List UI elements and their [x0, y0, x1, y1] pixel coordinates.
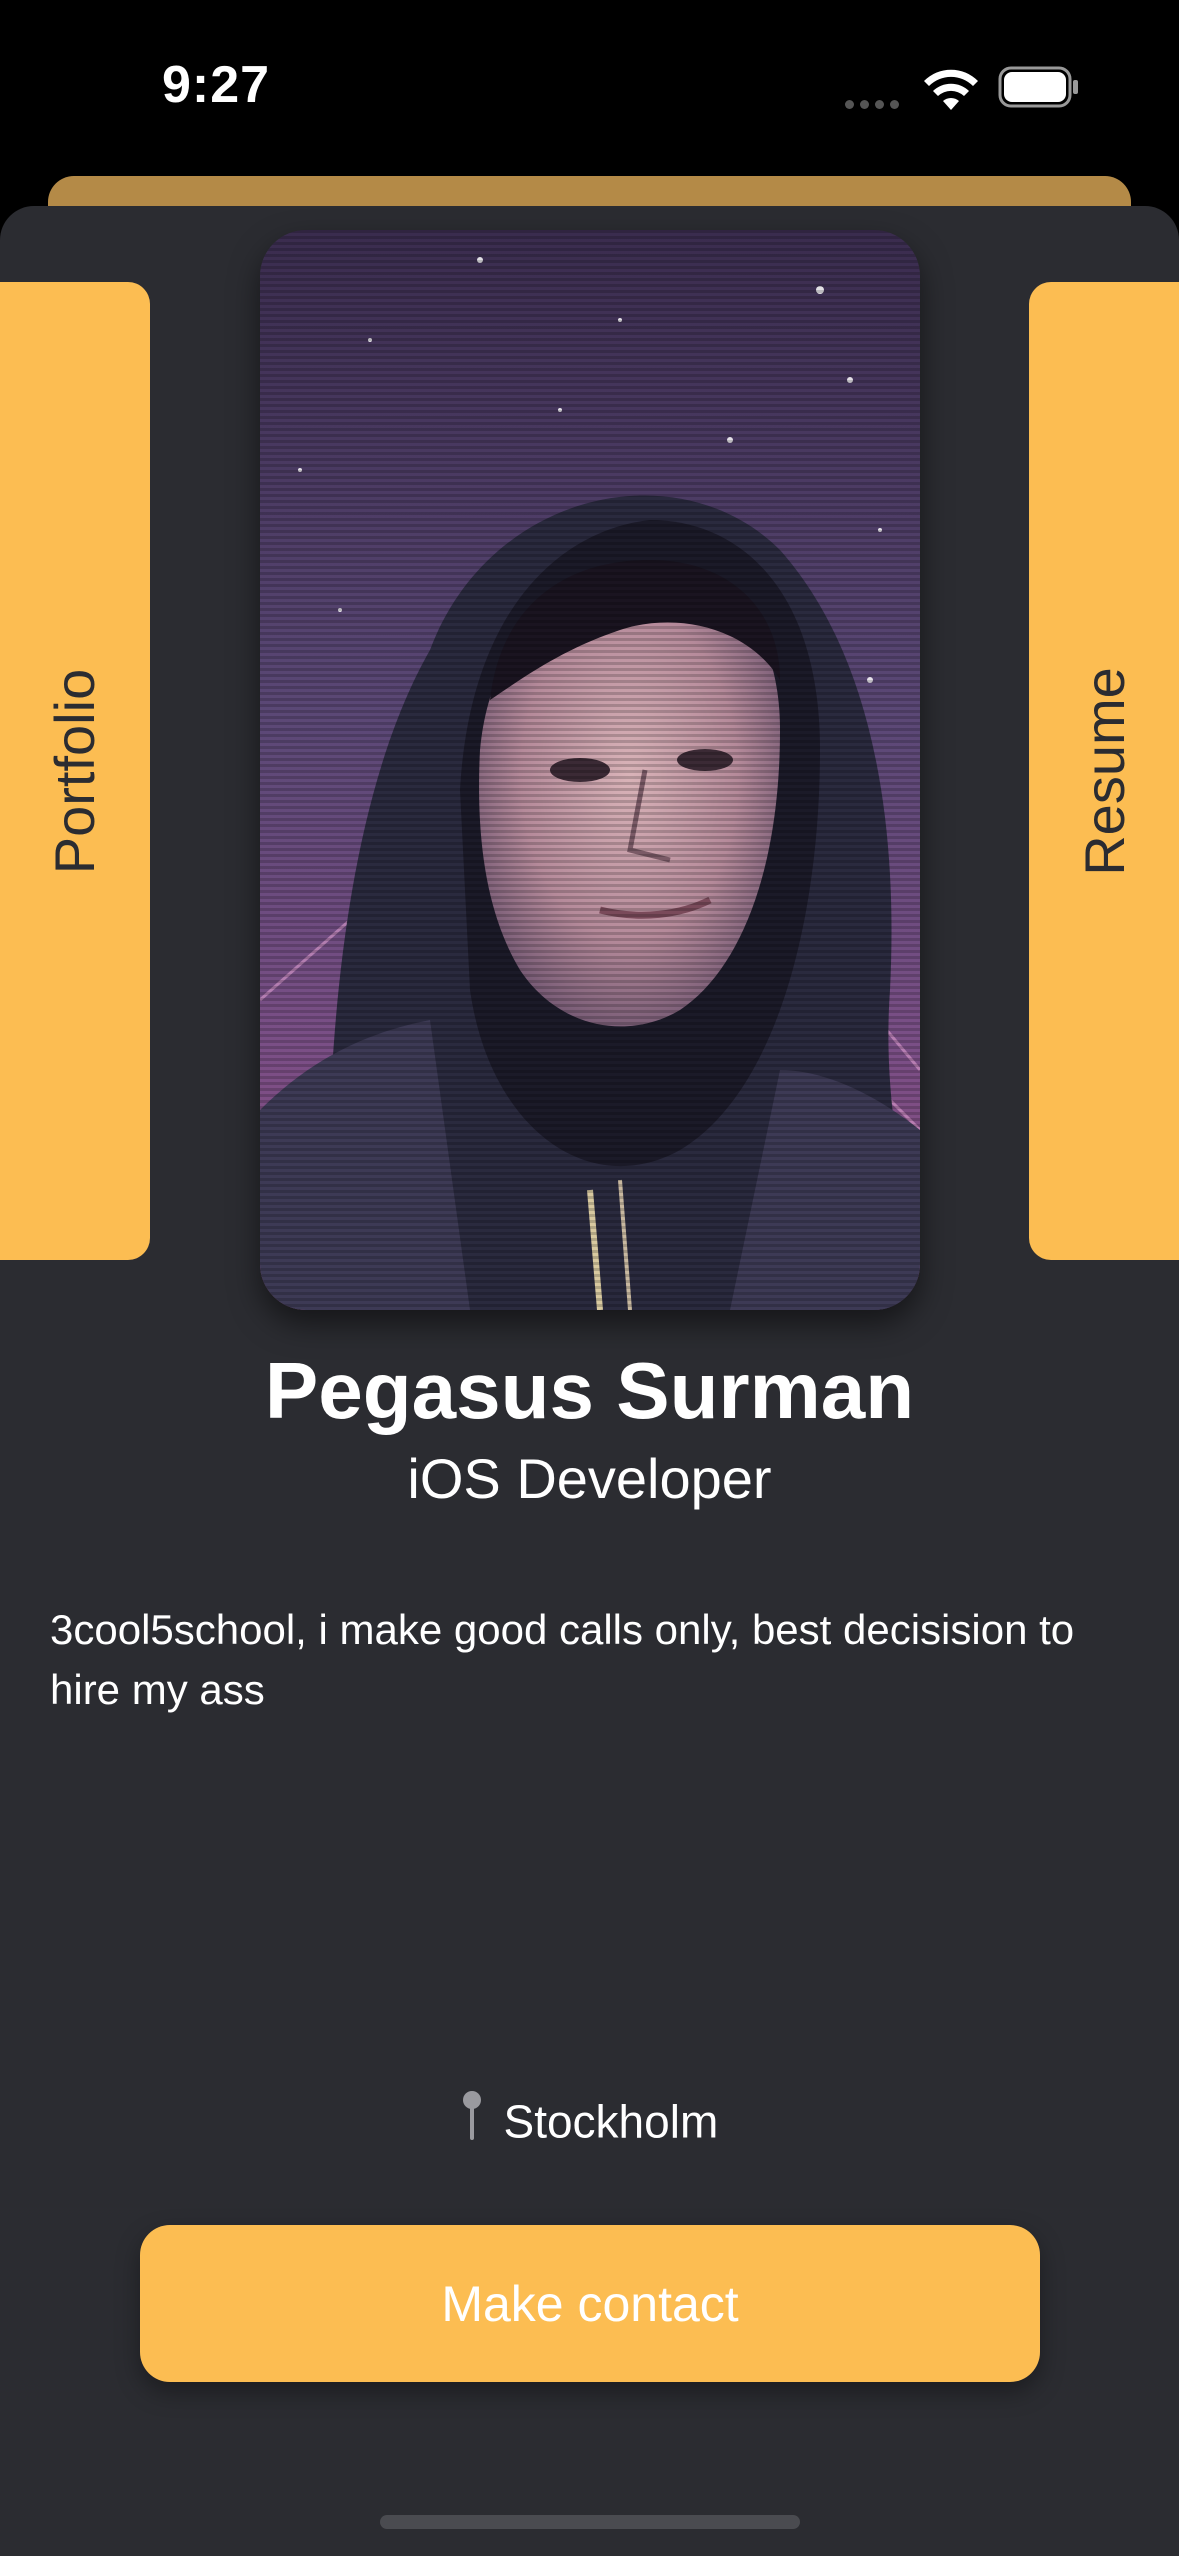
- status-time: 9:27: [162, 56, 271, 114]
- profile-location: Stockholm: [0, 2090, 1179, 2153]
- make-contact-button[interactable]: Make contact: [140, 2225, 1040, 2382]
- profile-name: Pegasus Surman: [264, 1346, 915, 1435]
- battery-icon: [998, 66, 1080, 108]
- portfolio-tab-label: Portfolio: [43, 668, 107, 874]
- map-pin-icon: [461, 2090, 483, 2153]
- wifi-icon: [923, 66, 979, 110]
- profile-role: iOS Developer: [407, 1447, 772, 1510]
- make-contact-label: Make contact: [441, 2275, 739, 2332]
- profile-photo: [260, 230, 920, 1310]
- home-indicator[interactable]: [380, 2515, 800, 2529]
- resume-tab-label: Resume: [1072, 666, 1136, 876]
- profile-screen: 9:27 Portfolio Resume Pegasus Surman iOS…: [0, 0, 1179, 2556]
- resume-tab[interactable]: Resume: [1029, 282, 1179, 1260]
- location-label: Stockholm: [503, 2095, 719, 2148]
- cellular-signal-icon: [845, 96, 905, 109]
- portfolio-tab[interactable]: Portfolio: [0, 282, 150, 1260]
- profile-bio: 3cool5school, i make good calls only, be…: [50, 1606, 1075, 1713]
- status-bar: 9:27: [0, 0, 1179, 175]
